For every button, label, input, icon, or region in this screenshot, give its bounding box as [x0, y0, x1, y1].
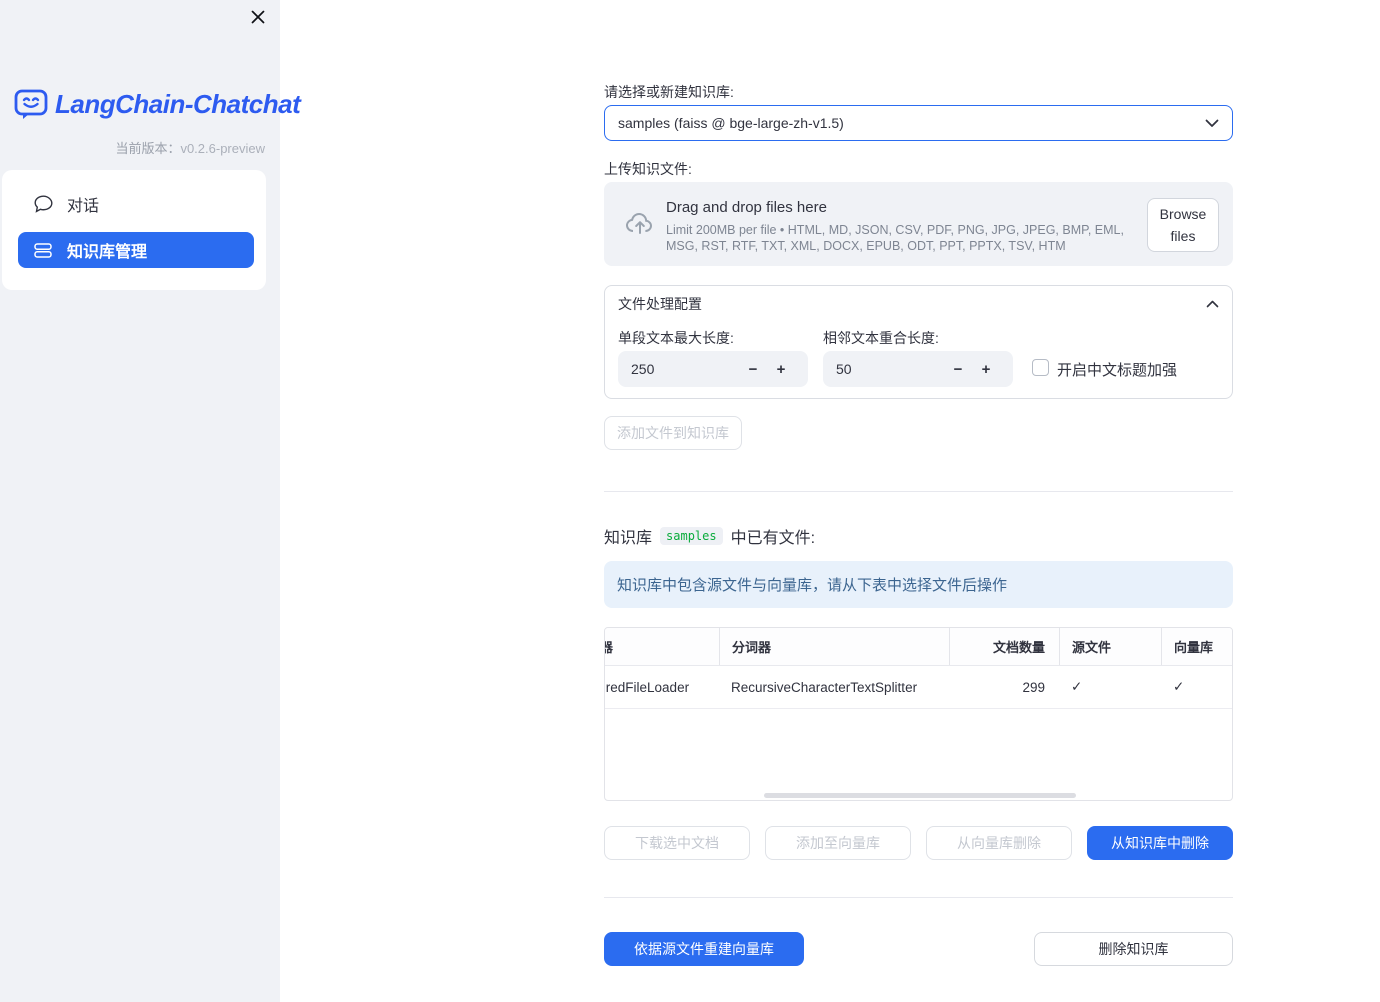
- app-window: LangChain-Chatchat 当前版本：v0.2.6-preview 对…: [0, 0, 1380, 1002]
- close-icon: [250, 9, 266, 25]
- chat-bubble-icon: [33, 195, 53, 213]
- kb-select-label: 请选择或新建知识库:: [604, 84, 734, 100]
- sidebar-menu: 对话 知识库管理: [2, 170, 266, 290]
- divider: [604, 897, 1233, 898]
- overlap-size-label: 相邻文本重合长度:: [823, 330, 939, 346]
- sidebar-item-dialogue[interactable]: 对话: [18, 186, 254, 222]
- file-config-expander: 文件处理配置 单段文本最大长度: 相邻文本重合长度: 250 − + 50 − …: [604, 285, 1233, 399]
- chunk-size-value: 250: [631, 361, 655, 377]
- kb-files-table[interactable]: 文档加载器 分词器 文档数量 源文件 向量库 UnstructuredFileL…: [604, 627, 1233, 801]
- zh-title-checkbox-label[interactable]: 开启中文标题加强: [1057, 359, 1177, 380]
- download-selected-docs-button[interactable]: 下载选中文档: [604, 826, 750, 860]
- table-row[interactable]: UnstructuredFileLoader RecursiveCharacte…: [605, 666, 1232, 709]
- zh-title-checkbox[interactable]: [1032, 359, 1049, 376]
- app-logo: LangChain-Chatchat: [13, 86, 301, 122]
- cell-splitter[interactable]: RecursiveCharacterTextSplitter: [719, 666, 949, 708]
- column-header-doc-count[interactable]: 文档数量: [949, 628, 1059, 665]
- browse-files-button[interactable]: Browse files: [1147, 198, 1219, 252]
- chatchat-logo-icon: [13, 86, 49, 122]
- expander-title: 文件处理配置: [618, 296, 702, 312]
- info-banner-text: 知识库中包含源文件与向量库，请从下表中选择文件后操作: [617, 577, 1008, 594]
- chevron-down-icon: [1205, 119, 1219, 128]
- add-files-to-kb-button[interactable]: 添加文件到知识库: [604, 416, 742, 450]
- cell-loader[interactable]: UnstructuredFileLoader: [605, 666, 719, 708]
- add-to-vector-store-button[interactable]: 添加至向量库: [765, 826, 911, 860]
- chunk-size-label: 单段文本最大长度:: [618, 330, 734, 346]
- version-text: 当前版本：v0.2.6-preview: [0, 138, 265, 157]
- delete-from-vector-store-button[interactable]: 从向量库删除: [926, 826, 1072, 860]
- version-label: 当前版本：: [115, 141, 181, 156]
- plus-stepper-button[interactable]: +: [972, 361, 1000, 378]
- kb-name-chip: samples: [660, 527, 723, 545]
- cell-doc-count[interactable]: 299: [949, 666, 1059, 708]
- plus-stepper-button[interactable]: +: [767, 361, 795, 378]
- minus-stepper-button[interactable]: −: [944, 361, 972, 378]
- app-title: LangChain-Chatchat: [55, 88, 301, 119]
- dropzone-title: Drag and drop files here: [666, 199, 827, 216]
- kb-select-value: samples (faiss @ bge-large-zh-v1.5): [618, 115, 844, 131]
- stack-icon: [33, 242, 53, 259]
- column-header-source-file[interactable]: 源文件: [1059, 628, 1161, 665]
- column-header-splitter[interactable]: 分词器: [719, 628, 949, 665]
- cell-source-file[interactable]: ✓: [1059, 666, 1161, 708]
- column-header-loader[interactable]: 文档加载器: [605, 628, 719, 665]
- sidebar-item-label: 对话: [67, 198, 100, 215]
- version-value: v0.2.6-preview: [180, 141, 265, 156]
- sidebar-item-knowledge-base[interactable]: 知识库管理: [18, 232, 254, 268]
- expander-header[interactable]: 文件处理配置: [605, 286, 1232, 322]
- upload-label: 上传知识文件:: [604, 161, 692, 177]
- rebuild-vector-store-button[interactable]: 依据源文件重建向量库: [604, 932, 804, 966]
- delete-from-kb-button[interactable]: 从知识库中删除: [1087, 826, 1233, 860]
- table-header-row: 文档加载器 分词器 文档数量 源文件 向量库: [605, 628, 1232, 666]
- minus-stepper-button[interactable]: −: [739, 361, 767, 378]
- cell-vector-store[interactable]: ✓: [1161, 666, 1232, 708]
- chunk-size-input[interactable]: 250 − +: [618, 351, 808, 387]
- kb-select[interactable]: samples (faiss @ bge-large-zh-v1.5): [604, 105, 1233, 141]
- sidebar-item-label: 知识库管理: [67, 244, 148, 261]
- table-horizontal-scrollbar[interactable]: [764, 793, 1076, 798]
- kb-files-suffix: 中已有文件:: [730, 530, 816, 547]
- kb-files-heading: 知识库 samples 中已有文件:: [604, 524, 815, 548]
- overlap-size-value: 50: [836, 361, 852, 377]
- dropzone-limit-text: Limit 200MB per file • HTML, MD, JSON, C…: [666, 223, 1124, 253]
- chevron-up-icon: [1206, 300, 1219, 308]
- cloud-upload-icon: [624, 208, 656, 240]
- info-banner: 知识库中包含源文件与向量库，请从下表中选择文件后操作: [604, 561, 1233, 608]
- delete-kb-button[interactable]: 删除知识库: [1034, 932, 1233, 966]
- file-uploader-dropzone[interactable]: Drag and drop files here Limit 200MB per…: [604, 182, 1233, 266]
- sidebar: LangChain-Chatchat 当前版本：v0.2.6-preview 对…: [0, 0, 301, 1002]
- kb-files-prefix: 知识库: [604, 530, 653, 547]
- divider: [604, 491, 1233, 492]
- kb-files-table-inner: 文档加载器 分词器 文档数量 源文件 向量库 UnstructuredFileL…: [605, 628, 1232, 709]
- column-header-vector-store[interactable]: 向量库: [1161, 628, 1232, 665]
- sidebar-close-button[interactable]: [244, 3, 272, 31]
- overlap-size-input[interactable]: 50 − +: [823, 351, 1013, 387]
